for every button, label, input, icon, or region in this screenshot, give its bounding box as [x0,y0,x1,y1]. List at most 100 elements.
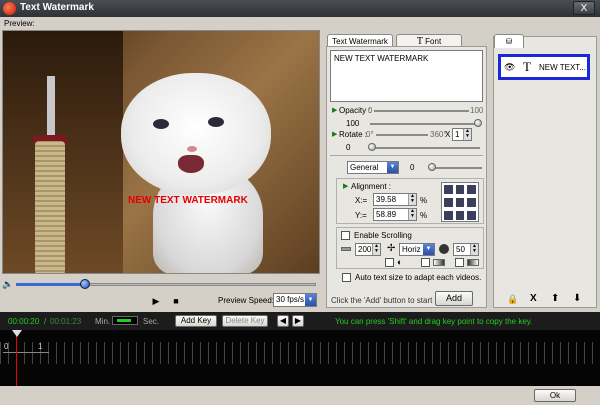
playhead-marker-icon[interactable] [12,330,22,337]
next-key-icon[interactable]: ▶ [292,315,304,327]
y-position-value: 58.89 [376,210,397,219]
watermark-overlay-text[interactable]: NEW TEXT WATERMARK [128,195,248,206]
timeline-ruler [0,342,600,364]
scroll-fade-checkbox[interactable] [421,258,430,267]
rotate-slider-handle[interactable] [368,143,376,151]
align-middle-left[interactable] [444,198,453,207]
window-title: Text Watermark [20,2,94,13]
scroll-speed-stepper[interactable]: 200 ▲ ▼ [355,243,381,256]
position-mode-slider-handle[interactable] [428,163,436,171]
align-bottom-left[interactable] [444,211,453,220]
lock-icon[interactable]: 🔒 [507,294,518,305]
rotate-multiplier-value: 1 [455,130,460,139]
opacity-slider-handle[interactable] [474,119,482,127]
add-key-button[interactable]: Add Key [175,315,217,327]
watermark-list-item-label: NEW TEXT... [539,63,586,72]
x-position-stepper[interactable]: 39.58 ▲ ▼ [373,193,417,206]
volume-icon[interactable]: 🔈 [2,279,13,289]
preview-speed-value: 30 fps/s [276,295,305,304]
seek-progress [16,283,85,286]
y-position-stepper[interactable]: 58.89 ▲ ▼ [373,208,417,221]
scroll-direction-icon: ✢ [387,243,396,254]
video-preview: NEW TEXT WATERMARK [2,30,320,274]
eye-icon[interactable]: 👁 [504,62,515,73]
align-middle-right[interactable] [467,198,476,207]
alignment-grid[interactable] [441,182,479,222]
rotate-slider-track[interactable] [370,147,480,149]
prev-key-icon[interactable]: ◀ [277,315,289,327]
timeline[interactable]: 0 1 [0,330,600,386]
x-label: X:= [355,196,368,205]
rotate-multiplier-stepper[interactable]: 1 ▲ ▼ [452,128,472,141]
kitten-nose [187,146,197,152]
rotate-multiplier-label: X [445,130,451,139]
timeline-tick-1: 1 [38,342,43,351]
timeline-hint: You can press 'Shift' and drag key point… [335,317,533,326]
seek-handle[interactable] [80,279,90,289]
y-unit: % [420,211,428,220]
scroll-direction-value: Horiz [402,245,421,254]
delete-icon[interactable]: X [530,293,537,304]
timeline-tick-0: 0 [4,342,9,351]
scroll-duration-stepper[interactable]: 50 ▲ ▼ [453,243,479,256]
position-mode-slider-value: 0 [410,163,415,172]
position-mode-select[interactable]: General ▼ [347,161,399,174]
opacity-max: 100 [470,106,484,115]
zoom-sec-label: Sec. [143,317,160,326]
watermark-text-input[interactable]: NEW TEXT WATERMARK [330,50,483,102]
stepper-arrows-icon[interactable]: ▲ ▼ [470,244,478,255]
alignment-label: Alignment : [351,182,392,191]
preview-label: Preview: [4,19,35,28]
align-top-center[interactable] [456,185,464,194]
y-label: Y:= [355,211,367,220]
preview-speed-select[interactable]: 30 fps/s ▼ [273,293,317,307]
stepper-arrows-icon[interactable]: ▲ ▼ [463,129,471,140]
scroll-loop-checkbox[interactable] [385,258,394,267]
play-button[interactable]: ▶ [150,295,162,307]
rotate-min: 0° [366,130,374,139]
timeline-track-line [3,352,49,353]
divider [330,155,483,156]
time-separator: / [44,317,47,326]
total-time: 00:01:23 [50,317,82,326]
current-time: 00:00:20 [8,317,40,326]
scroll-direction-select[interactable]: Horiz ▼ [399,243,435,256]
move-down-icon[interactable]: ⬇ [573,293,581,304]
scrolling-group: Enable Scrolling 200 ▲ ▼ ✢ Horiz ▼ 50 ▲ ▼ … [336,227,484,269]
align-top-right[interactable] [467,185,476,194]
scroll-duration-value: 50 [456,245,465,254]
ok-button[interactable]: Ok [534,389,576,402]
zoom-slider[interactable] [112,316,138,325]
delete-key-button[interactable]: Delete Key [222,315,268,327]
expand-arrow-icon: ▶ [343,183,349,190]
stop-button[interactable]: ■ [170,295,182,307]
scroll-speed-value: 200 [358,245,372,254]
layers-icon[interactable]: ⛁ [494,34,524,48]
align-center[interactable] [456,198,464,207]
stepper-arrows-icon[interactable]: ▲ ▼ [408,194,416,205]
playhead[interactable] [16,330,17,386]
align-bottom-right[interactable] [467,211,476,220]
watermark-list-item[interactable]: 👁 T NEW TEXT... [498,54,590,80]
add-button[interactable]: Add [435,291,473,306]
position-mode-value: General [350,163,379,172]
reverse-fade-icon [467,259,479,266]
kitten-head [121,73,271,195]
position-mode-slider-track[interactable] [430,167,482,169]
close-button[interactable]: X [573,1,595,15]
align-bottom-center[interactable] [456,211,464,220]
stepper-arrows-icon[interactable]: ▲ ▼ [408,209,416,220]
zoom-min-label: Min. [95,317,111,326]
stepper-arrows-icon[interactable]: ▲ ▼ [372,244,380,255]
clock-icon [439,244,449,254]
opacity-label: Opacity : [339,106,371,115]
align-top-left[interactable] [444,185,453,194]
move-up-icon[interactable]: ⬆ [551,293,559,304]
auto-size-label: Auto text size to adapt each videos. [355,273,482,282]
scroll-reverse-checkbox[interactable] [455,258,464,267]
enable-scrolling-checkbox[interactable] [341,231,350,240]
auto-size-checkbox[interactable] [342,273,351,282]
opacity-slider-track[interactable] [370,123,480,125]
chevron-down-icon: ▼ [387,162,398,173]
text-type-icon: T [523,59,531,74]
